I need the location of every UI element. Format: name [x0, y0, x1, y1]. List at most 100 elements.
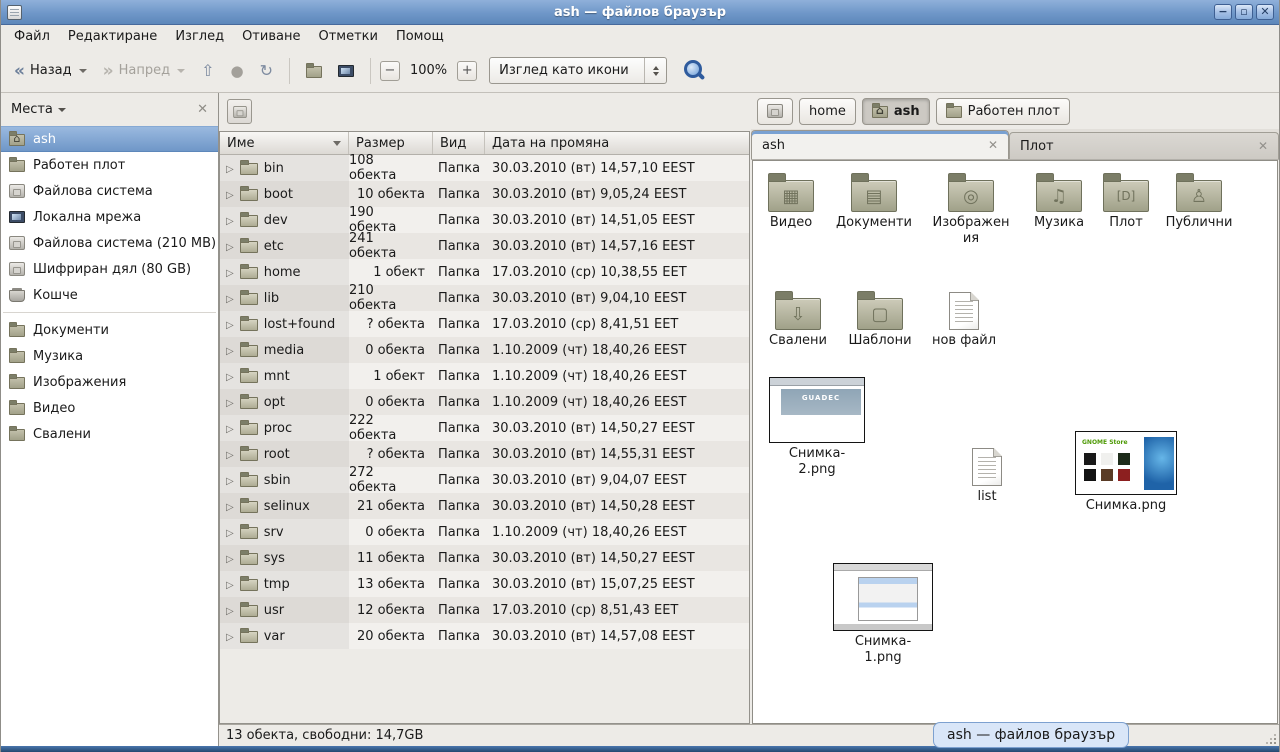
file-item[interactable]: GNOME Store Снимка.png: [1073, 431, 1179, 514]
table-row[interactable]: srv 0 обекта Папка 1.10.2009 (чт) 18,40,…: [220, 519, 749, 545]
file-item[interactable]: GUADEC Снимка-2.png: [768, 377, 866, 478]
expander-icon[interactable]: [226, 395, 234, 410]
expander-icon[interactable]: [226, 291, 234, 306]
expander-icon[interactable]: [226, 343, 234, 358]
expander-icon[interactable]: [226, 525, 234, 540]
breadcrumb-button[interactable]: Работен плот: [936, 98, 1070, 125]
window-control-button[interactable]: [1214, 4, 1232, 20]
column-header-size[interactable]: Размер: [349, 132, 433, 154]
forward-history-chevron-icon[interactable]: [177, 69, 185, 73]
file-item[interactable]: Снимка-1.png: [831, 563, 935, 666]
tab[interactable]: ash: [751, 130, 1009, 159]
table-row[interactable]: usr 12 обекта Папка 17.03.2010 (ср) 8,51…: [220, 597, 749, 623]
table-row[interactable]: root ? обекта Папка 30.03.2010 (вт) 14,5…: [220, 441, 749, 467]
table-row[interactable]: boot 10 обекта Папка 30.03.2010 (вт) 9,0…: [220, 181, 749, 207]
table-row[interactable]: media 0 обекта Папка 1.10.2009 (чт) 18,4…: [220, 337, 749, 363]
icon-view[interactable]: Видео Документи Изображения: [752, 160, 1278, 724]
column-header-type[interactable]: Вид: [433, 132, 485, 154]
file-item[interactable]: Документи: [830, 171, 918, 231]
filesystem-root-button[interactable]: [227, 99, 252, 124]
table-row[interactable]: lost+found ? обекта Папка 17.03.2010 (ср…: [220, 311, 749, 337]
sidebar-item[interactable]: Музика: [1, 343, 218, 369]
sidebar-item[interactable]: Свалени: [1, 421, 218, 447]
up-button[interactable]: ⇧: [194, 57, 221, 84]
expander-icon[interactable]: [226, 603, 234, 618]
file-item[interactable]: Изображения: [927, 171, 1015, 247]
sidebar-item[interactable]: Изображения: [1, 369, 218, 395]
window-control-button[interactable]: [1235, 4, 1253, 20]
menu-item[interactable]: Отметки: [309, 25, 386, 49]
sidebar-item[interactable]: Кошче: [1, 282, 218, 308]
back-history-chevron-icon[interactable]: [79, 69, 87, 73]
sidebar-item[interactable]: Документи: [1, 317, 218, 343]
sidebar-item[interactable]: Работен плот: [1, 152, 218, 178]
taskbar-window-label[interactable]: ash — файлов браузър: [933, 722, 1129, 748]
sidebar-item[interactable]: Видео: [1, 395, 218, 421]
sidebar-item[interactable]: Файлова система: [1, 178, 218, 204]
sidebar-item[interactable]: ash: [1, 126, 218, 152]
expander-icon[interactable]: [226, 577, 234, 592]
table-row[interactable]: dev 190 обекта Папка 30.03.2010 (вт) 14,…: [220, 207, 749, 233]
home-button[interactable]: [299, 60, 329, 82]
menu-item[interactable]: Изглед: [166, 25, 233, 49]
table-row[interactable]: home 1 обект Папка 17.03.2010 (ср) 10,38…: [220, 259, 749, 285]
file-item[interactable]: Видео: [753, 171, 829, 231]
breadcrumb-button[interactable]: ash: [862, 98, 930, 125]
table-row[interactable]: mnt 1 обект Папка 1.10.2009 (чт) 18,40,2…: [220, 363, 749, 389]
expander-icon[interactable]: [226, 473, 234, 488]
zoom-out-button[interactable]: −: [380, 61, 400, 81]
table-row[interactable]: tmp 13 обекта Папка 30.03.2010 (вт) 15,0…: [220, 571, 749, 597]
sidebar-item[interactable]: Локална мрежа: [1, 204, 218, 230]
sidebar-item[interactable]: Шифриран дял (80 GB): [1, 256, 218, 282]
menu-item[interactable]: Файл: [5, 25, 59, 49]
expander-icon[interactable]: [226, 421, 234, 436]
resize-grip[interactable]: [1274, 742, 1276, 744]
expander-icon[interactable]: [226, 317, 234, 332]
sidebar-close-icon[interactable]: [197, 102, 208, 117]
table-row[interactable]: etc 241 обекта Папка 30.03.2010 (вт) 14,…: [220, 233, 749, 259]
file-item[interactable]: Публични: [1155, 171, 1243, 231]
menu-item[interactable]: Помощ: [387, 25, 453, 49]
breadcrumb-button[interactable]: [757, 98, 793, 125]
table-row[interactable]: selinux 21 обекта Папка 30.03.2010 (вт) …: [220, 493, 749, 519]
tab[interactable]: Плот: [1009, 132, 1279, 159]
menu-item[interactable]: Редактиране: [59, 25, 166, 49]
table-row[interactable]: sys 11 обекта Папка 30.03.2010 (вт) 14,5…: [220, 545, 749, 571]
table-row[interactable]: lib 210 обекта Папка 30.03.2010 (вт) 9,0…: [220, 285, 749, 311]
expander-icon[interactable]: [226, 265, 234, 280]
back-button[interactable]: « Назад: [7, 59, 94, 82]
expander-icon[interactable]: [226, 239, 234, 254]
table-row[interactable]: var 20 обекта Папка 30.03.2010 (вт) 14,5…: [220, 623, 749, 649]
zoom-in-button[interactable]: +: [457, 61, 477, 81]
expander-icon[interactable]: [226, 499, 234, 514]
table-row[interactable]: bin 108 обекта Папка 30.03.2010 (вт) 14,…: [220, 155, 749, 181]
expander-icon[interactable]: [226, 369, 234, 384]
forward-button[interactable]: » Напред: [96, 59, 192, 82]
expander-icon[interactable]: [226, 187, 234, 202]
table-row[interactable]: opt 0 обекта Папка 1.10.2009 (чт) 18,40,…: [220, 389, 749, 415]
view-mode-select[interactable]: Изглед като икони: [489, 57, 667, 84]
file-item[interactable]: Свалени: [756, 289, 840, 349]
expander-icon[interactable]: [226, 629, 234, 644]
column-header-name[interactable]: Име: [220, 132, 349, 154]
menu-item[interactable]: Отиване: [233, 25, 309, 49]
tab-close-icon[interactable]: [1258, 139, 1268, 153]
file-item[interactable]: Плот: [1086, 171, 1166, 231]
sidebar-item[interactable]: Файлова система (210 MB): [1, 230, 218, 256]
table-row[interactable]: sbin 272 обекта Папка 30.03.2010 (вт) 9,…: [220, 467, 749, 493]
expander-icon[interactable]: [226, 551, 234, 566]
file-item[interactable]: list: [953, 445, 1021, 505]
column-header-date[interactable]: Дата на промяна: [485, 132, 749, 154]
file-item[interactable]: Шаблони: [838, 289, 922, 349]
reload-button[interactable]: ↻: [253, 57, 280, 84]
sidebar-mode-select[interactable]: Места: [11, 102, 66, 117]
computer-button[interactable]: [331, 61, 361, 81]
file-item[interactable]: нов файл: [922, 289, 1006, 349]
window-control-button[interactable]: [1256, 4, 1274, 20]
search-button[interactable]: [681, 58, 707, 84]
tab-close-icon[interactable]: [988, 138, 998, 152]
table-row[interactable]: proc 222 обекта Папка 30.03.2010 (вт) 14…: [220, 415, 749, 441]
expander-icon[interactable]: [226, 447, 234, 462]
breadcrumb-button[interactable]: home: [799, 98, 856, 125]
expander-icon[interactable]: [226, 213, 234, 228]
